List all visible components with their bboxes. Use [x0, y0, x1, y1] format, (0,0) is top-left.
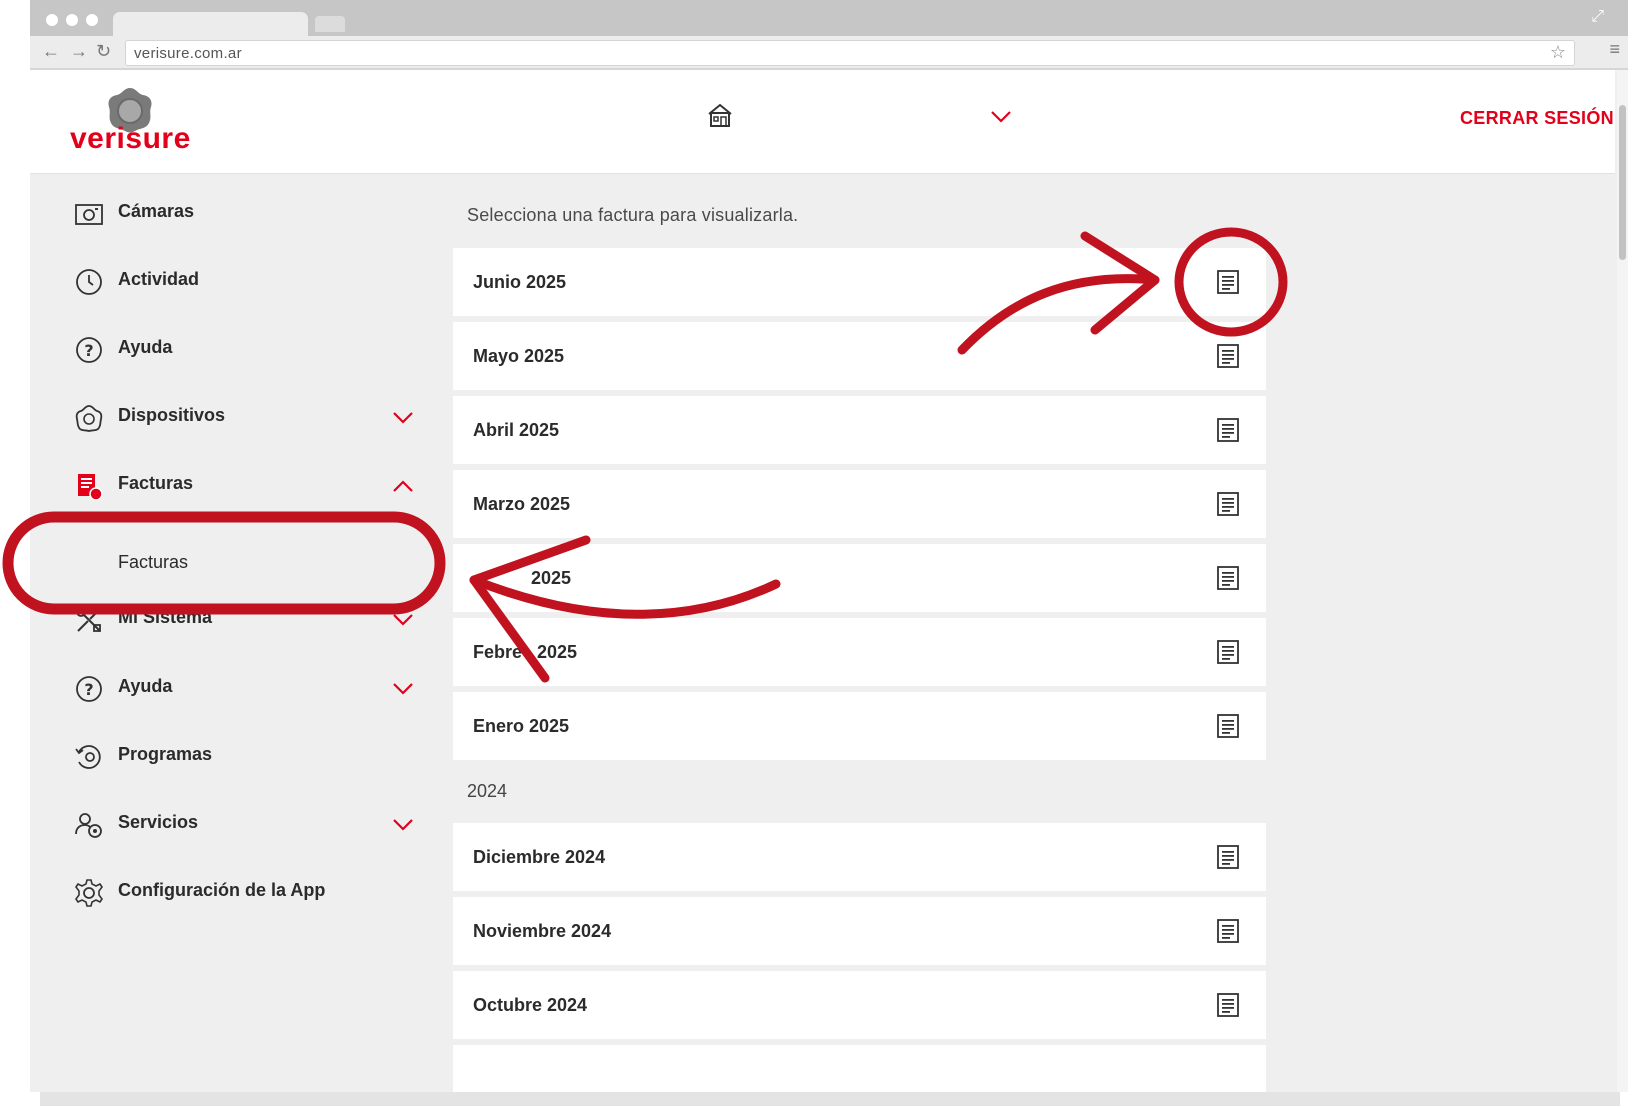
- browser-tab[interactable]: [113, 12, 308, 38]
- invoice-row[interactable]: [453, 1045, 1266, 1092]
- invoice-label: Marzo 2025: [473, 494, 571, 514]
- url-text: verisure.com.ar: [134, 45, 242, 62]
- invoice-row[interactable]: Noviembre 2024: [453, 897, 1266, 965]
- invoice-document-icon[interactable]: [1216, 417, 1240, 443]
- invoice-document-icon[interactable]: [1216, 844, 1240, 870]
- fullscreen-icon[interactable]: ⤢: [1591, 8, 1604, 26]
- invoice-instruction: Selecciona una factura para visualizarla…: [467, 205, 799, 225]
- sidebar-item-ayuda[interactable]: ? Ayuda: [74, 329, 434, 369]
- invoice-document-icon[interactable]: [1216, 491, 1240, 517]
- invoice-document-icon[interactable]: [1216, 269, 1240, 295]
- invoice-row[interactable]: 2025: [453, 544, 1266, 612]
- forward-icon[interactable]: →: [70, 41, 88, 62]
- sidebar-item-camaras[interactable]: Cámaras: [74, 193, 434, 233]
- invoice-document-icon[interactable]: [1216, 713, 1240, 739]
- sidebar-item-dispositivos[interactable]: Dispositivos: [74, 397, 434, 437]
- year-section-header: 2024: [467, 781, 508, 801]
- sidebar-item-facturas[interactable]: Facturas: [74, 465, 434, 505]
- schedule-icon: [75, 745, 101, 769]
- sidebar-item-servicios[interactable]: Servicios: [74, 804, 434, 844]
- sidebar-item-label: Configuración de la App: [118, 880, 326, 900]
- gear-icon: [75, 879, 103, 907]
- property-chevron-down-icon[interactable]: [990, 110, 1012, 124]
- browser-toolbar: ← → ↻ verisure.com.ar ☆ ≡: [30, 36, 1628, 70]
- invoice-icon: [78, 474, 103, 501]
- invoice-row[interactable]: Mayo 2025: [453, 322, 1266, 390]
- bookmark-star-icon[interactable]: ☆: [1550, 42, 1566, 63]
- invoice-label: Noviembre 2024: [473, 921, 612, 941]
- sidebar-item-mi-sistema[interactable]: Mi Sistema: [74, 599, 434, 639]
- invoice-label: Octubre 2024: [473, 995, 588, 1015]
- invoice-label: Diciembre 2024: [473, 847, 606, 867]
- sidebar-item-label: Cámaras: [118, 201, 195, 221]
- logout-button[interactable]: CERRAR SESIÓN: [1460, 108, 1614, 129]
- svg-text:?: ?: [84, 341, 93, 360]
- chevron-down-icon[interactable]: [392, 818, 414, 832]
- help-icon: ?: [76, 676, 102, 702]
- svg-text:?: ?: [84, 680, 93, 699]
- chevron-down-icon[interactable]: [392, 682, 414, 696]
- invoice-row[interactable]: Octubre 2024: [453, 971, 1266, 1039]
- site-header: verisure CERRAR SESIÓN: [30, 70, 1615, 174]
- sidebar-item-label: Dispositivos: [118, 405, 226, 425]
- verisure-logo-text[interactable]: verisure: [70, 122, 191, 156]
- clock-icon: [76, 269, 102, 295]
- browser-menu-icon[interactable]: ≡: [1609, 39, 1620, 60]
- sidebar-item-ayuda-2[interactable]: ? Ayuda: [74, 668, 434, 708]
- sidebar-item-label: Mi Sistema: [118, 607, 213, 627]
- invoice-row[interactable]: Marzo 2025: [453, 470, 1266, 538]
- invoice-label: Mayo 2025: [473, 346, 565, 366]
- chevron-down-icon[interactable]: [392, 411, 414, 425]
- invoice-document-icon[interactable]: [1216, 992, 1240, 1018]
- invoice-document-icon[interactable]: [1216, 639, 1240, 665]
- invoice-label: Abril 2025: [473, 420, 560, 440]
- invoice-label: Febre 2025: [473, 642, 578, 662]
- invoice-row[interactable]: Diciembre 2024: [453, 823, 1266, 891]
- window-dot[interactable]: [66, 14, 78, 26]
- address-bar[interactable]: verisure.com.ar ☆: [125, 40, 1575, 66]
- invoice-row[interactable]: Abril 2025: [453, 396, 1266, 464]
- sidebar-item-label: Ayuda: [118, 676, 173, 696]
- new-tab-button[interactable]: [315, 16, 345, 32]
- page-scrollbar[interactable]: [1617, 70, 1628, 1092]
- house-icon[interactable]: [707, 102, 733, 128]
- sidebar-subitem-facturas[interactable]: Facturas: [118, 552, 188, 573]
- invoice-label: Junio 2025: [473, 272, 567, 292]
- window-dot[interactable]: [86, 14, 98, 26]
- chevron-down-icon[interactable]: [392, 613, 414, 627]
- tools-icon: [76, 607, 101, 632]
- camera-icon: [75, 204, 103, 225]
- invoice-label: 2025: [531, 568, 572, 588]
- invoice-row[interactable]: Junio 2025: [453, 248, 1266, 316]
- help-icon: ?: [76, 337, 102, 363]
- device-icon: [75, 405, 103, 432]
- reload-icon[interactable]: ↻: [96, 41, 111, 62]
- browser-window: ⤢ ← → ↻ verisure.com.ar ☆ ≡ verisure CER…: [30, 0, 1628, 1092]
- sidebar-item-label: Programas: [118, 744, 213, 764]
- sidebar-item-programas[interactable]: Programas: [74, 736, 434, 776]
- back-icon[interactable]: ←: [42, 41, 60, 62]
- sidebar-item-actividad[interactable]: Actividad: [74, 261, 434, 301]
- invoice-row[interactable]: Enero 2025: [453, 692, 1266, 760]
- window-dot[interactable]: [46, 14, 58, 26]
- sidebar-item-label: Actividad: [118, 269, 200, 289]
- services-icon: [75, 813, 102, 838]
- invoice-document-icon[interactable]: [1216, 565, 1240, 591]
- sidebar-item-label: Facturas: [118, 473, 194, 493]
- sidebar-item-configuracion[interactable]: Configuración de la App: [74, 872, 434, 912]
- scrollbar-thumb[interactable]: [1619, 105, 1626, 260]
- invoice-label: Enero 2025: [473, 716, 570, 736]
- invoice-document-icon[interactable]: [1216, 343, 1240, 369]
- sidebar-item-label: Servicios: [118, 812, 199, 832]
- title-bar: ⤢: [30, 0, 1628, 38]
- sidebar-item-label: Ayuda: [118, 337, 173, 357]
- chevron-up-icon[interactable]: [392, 479, 414, 493]
- invoice-document-icon[interactable]: [1216, 918, 1240, 944]
- invoice-row[interactable]: Febre 2025: [453, 618, 1266, 686]
